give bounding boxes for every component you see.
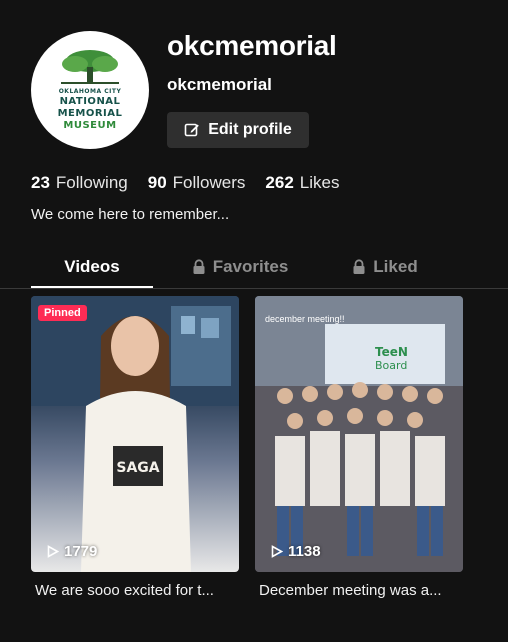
- view-count-value: 1138: [288, 543, 321, 560]
- stat-following[interactable]: 23 Following: [31, 173, 128, 193]
- tab-liked[interactable]: Liked: [340, 246, 430, 288]
- likes-count: 262: [265, 173, 294, 192]
- video-thumbnail: SAGA: [31, 296, 239, 572]
- avatar[interactable]: OKLAHOMA CITY NATIONAL MEMORIAL MUSEUM: [31, 31, 149, 149]
- logo-line-3: MEMORIAL: [57, 108, 123, 119]
- lock-icon: [193, 259, 205, 274]
- likes-label: Likes: [299, 173, 340, 192]
- profile-bio: We come here to remember...: [31, 206, 230, 223]
- stat-likes: 262 Likes: [265, 173, 339, 193]
- tab-liked-label: Liked: [373, 257, 418, 276]
- tab-videos-label: Videos: [64, 257, 120, 276]
- lock-icon: [353, 259, 365, 274]
- svg-text:SAGA: SAGA: [116, 460, 159, 476]
- followers-count: 90: [147, 173, 167, 192]
- profile-stats: 23 Following 90 Followers 262 Likes: [31, 173, 339, 193]
- tab-favorites-label: Favorites: [212, 257, 289, 276]
- stat-followers[interactable]: 90 Followers: [148, 173, 246, 193]
- tab-videos[interactable]: Videos: [31, 246, 153, 288]
- svg-text:Board: Board: [375, 359, 407, 372]
- profile-handle: okcmemorial: [167, 75, 272, 94]
- profile-tabs: Videos Favorites Liked: [0, 246, 508, 289]
- following-label: Following: [55, 173, 128, 192]
- logo-line-1: OKLAHOMA CITY: [58, 88, 122, 95]
- logo-line-2: NATIONAL: [59, 96, 121, 107]
- edit-profile-label: Edit profile: [208, 121, 292, 138]
- profile-display-name: okcmemorial: [167, 30, 337, 61]
- video-card[interactable]: SAGA Pinned 1779: [31, 296, 239, 572]
- video-thumbnail: TeeN Board: [255, 296, 463, 572]
- video-caption[interactable]: We are sooo excited for t...: [35, 582, 243, 599]
- video-caption[interactable]: December meeting was a...: [259, 582, 467, 599]
- edit-profile-button[interactable]: Edit profile: [167, 112, 309, 148]
- video-overlay-text: december meeting!!: [265, 314, 345, 324]
- play-icon: [47, 545, 59, 558]
- view-count: 1779: [47, 543, 97, 560]
- logo-line-4: MUSEUM: [63, 120, 117, 131]
- followers-label: Followers: [172, 173, 246, 192]
- play-icon: [271, 545, 283, 558]
- video-card[interactable]: TeeN Board december meeting!! 1138: [255, 296, 463, 572]
- view-count: 1138: [271, 543, 321, 560]
- edit-icon: [184, 123, 200, 137]
- following-count: 23: [31, 173, 50, 192]
- tab-favorites[interactable]: Favorites: [180, 246, 300, 288]
- pinned-badge: Pinned: [38, 305, 87, 321]
- view-count-value: 1779: [64, 543, 98, 560]
- active-tab-indicator: [31, 286, 153, 288]
- svg-text:TeeN: TeeN: [375, 345, 408, 359]
